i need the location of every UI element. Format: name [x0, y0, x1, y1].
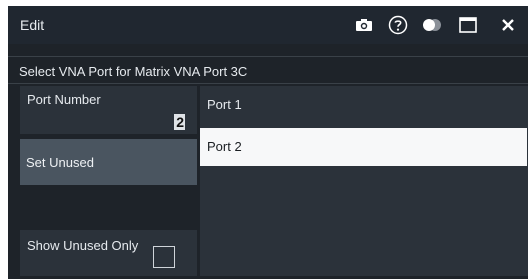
port-list: Port 1 Port 2 — [200, 86, 528, 276]
show-unused-only-toggle[interactable]: Show Unused Only — [20, 230, 197, 276]
title-bar: Edit — [8, 6, 528, 44]
edit-dialog: Edit Select VNA Port for Matrix VNA Port… — [8, 6, 528, 279]
dialog-header: Select VNA Port for Matrix VNA Port 3C — [8, 56, 528, 84]
port-number-input[interactable]: 2 — [174, 114, 185, 130]
toggle-icon[interactable] — [420, 13, 444, 37]
set-unused-button[interactable]: Set Unused — [20, 139, 197, 185]
list-item-port-1[interactable]: Port 1 — [200, 86, 527, 124]
show-unused-only-label: Show Unused Only — [27, 238, 139, 253]
dialog-header-text: Select VNA Port for Matrix VNA Port 3C — [19, 64, 248, 79]
left-panel: Port Number 2 Set Unused Show Unused Onl… — [20, 86, 197, 276]
maximize-icon[interactable] — [456, 13, 480, 37]
close-icon[interactable] — [496, 13, 520, 37]
help-icon[interactable] — [386, 13, 410, 37]
port-number-field[interactable]: Port Number 2 — [20, 86, 197, 134]
list-item-label: Port 2 — [207, 139, 242, 154]
window-title: Edit — [20, 17, 45, 33]
set-unused-label: Set Unused — [26, 155, 94, 170]
camera-icon[interactable] — [352, 13, 376, 37]
show-unused-only-checkbox[interactable] — [153, 246, 175, 268]
list-item-label: Port 1 — [207, 97, 242, 112]
list-item-port-2[interactable]: Port 2 — [200, 128, 527, 166]
port-number-label: Port Number — [27, 92, 101, 107]
